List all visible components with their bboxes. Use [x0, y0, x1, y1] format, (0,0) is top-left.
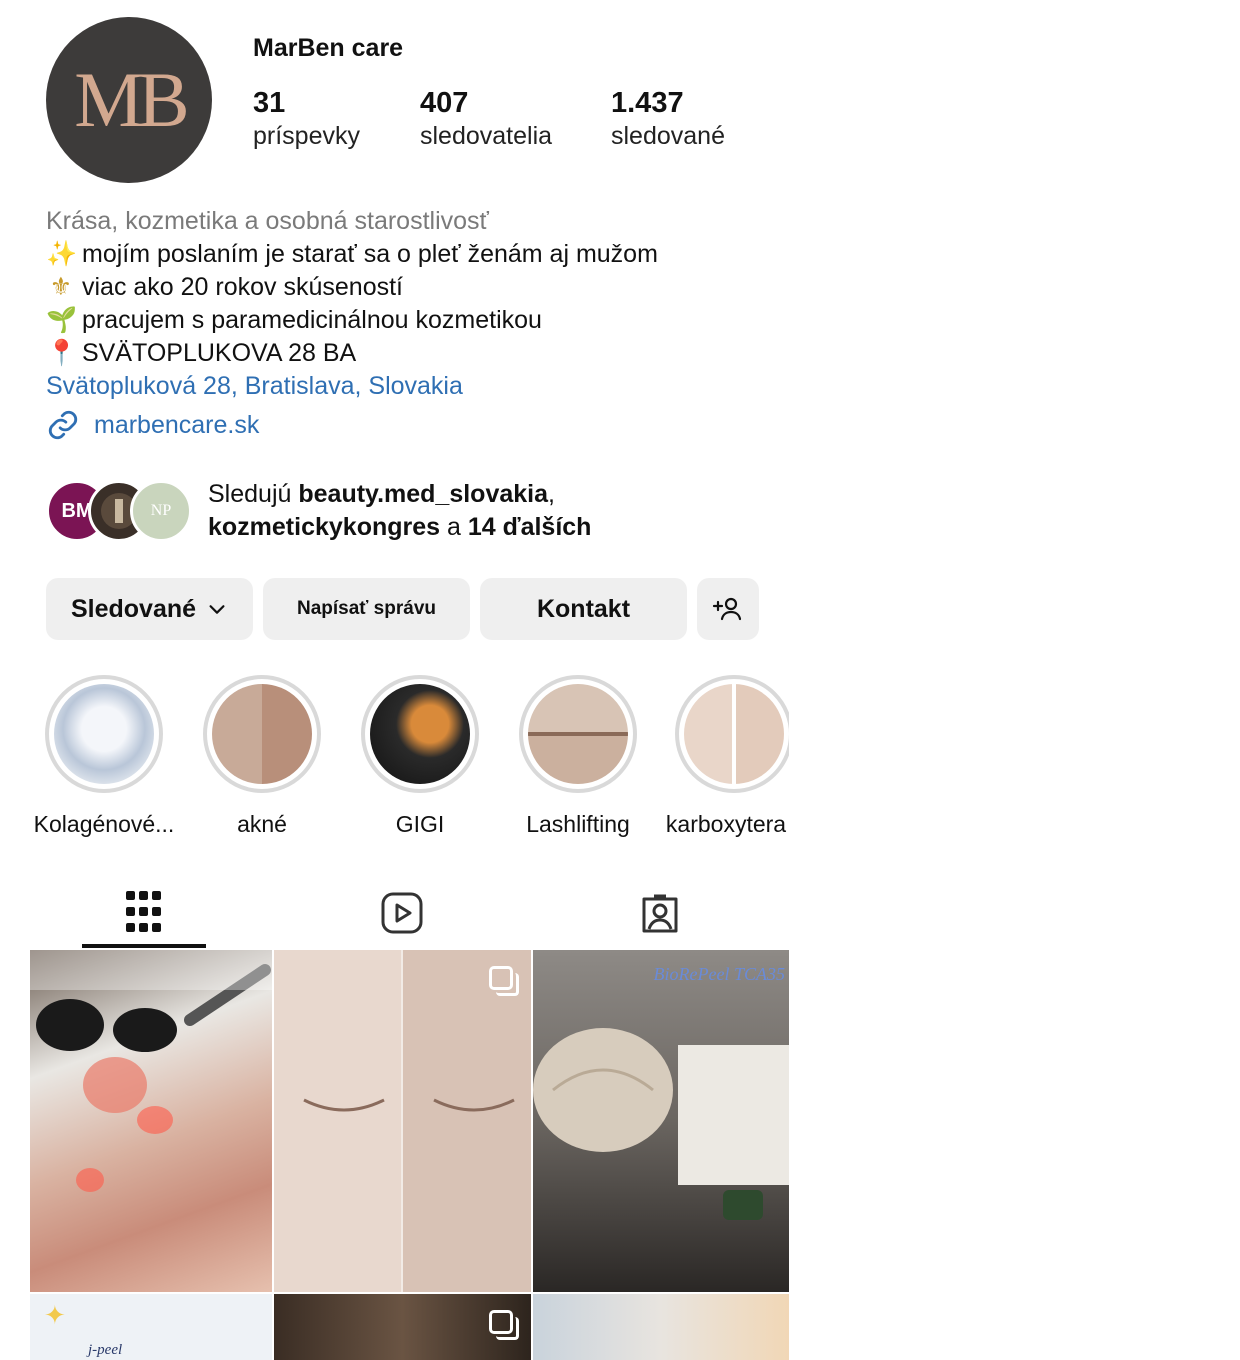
highlight-label: Kolagénové...	[33, 811, 175, 837]
following-button-label: Sledované	[70, 594, 197, 623]
website-link[interactable]: marbencare.sk	[46, 408, 259, 442]
carousel-icon	[489, 966, 519, 996]
highlight-item[interactable]: Kolagénové...	[29, 675, 179, 838]
highlight-ring	[45, 675, 163, 793]
reels-tab[interactable]	[340, 880, 464, 946]
post-thumbnail[interactable]	[30, 950, 272, 1292]
bio-category: Krása, kozmetika a osobná starostlivosť	[46, 207, 489, 235]
following-stat[interactable]: 1.437 sledované	[611, 86, 725, 152]
followed-by-others[interactable]: 14 ďalších	[468, 513, 592, 541]
following-count: 1.437	[611, 87, 684, 119]
highlight-ring	[203, 675, 321, 793]
address-link[interactable]: Svätopluková 28, Bratislava, Slovakia	[46, 370, 658, 403]
highlight-item[interactable]: GIGI	[345, 675, 495, 838]
highlight-item[interactable]: karboxytera	[651, 675, 801, 838]
posts-count: 31	[253, 87, 286, 119]
bio-line: ⚜ viac ako 20 rokov skúseností	[46, 271, 658, 304]
followed-by[interactable]: BM NP Sledujú beauty.med_slovakia, kozme…	[46, 478, 591, 544]
grid-tab[interactable]	[82, 880, 206, 948]
link-icon	[48, 410, 78, 440]
post-overlay-text: BioRePeel TCA35	[653, 964, 785, 984]
followed-by-prefix: Sledujú	[208, 480, 299, 508]
followed-by-user[interactable]: kozmetickykongres	[208, 513, 440, 541]
follower-avatar: NP	[130, 480, 192, 542]
highlight-cover	[212, 684, 312, 784]
post-overlay-text: j-peel	[88, 1342, 123, 1358]
highlight-ring	[519, 675, 637, 793]
post-image	[533, 1028, 789, 1220]
highlight-label: Lashlifting	[526, 811, 630, 837]
bio-line-text: viac ako 20 rokov skúseností	[82, 273, 403, 301]
highlight-cover	[370, 684, 470, 784]
sparkles-icon: ✨	[46, 240, 78, 268]
highlight-ring	[675, 675, 793, 793]
post-image	[30, 950, 272, 1192]
bio-line: 🌱 pracujem s paramedicinálnou kozmetikou	[46, 304, 658, 337]
fleur-de-lis-icon: ⚜	[49, 273, 73, 301]
followed-by-separator: ,	[548, 480, 555, 508]
posts-label: príspevky	[253, 122, 360, 150]
following-label: sledované	[611, 122, 725, 150]
bio-line-text: SVÄTOPLUKOVA 28 BA	[82, 339, 357, 367]
reels-icon	[381, 892, 423, 934]
suggested-users-button[interactable]	[697, 578, 759, 640]
highlight-cover	[528, 684, 628, 784]
highlight-label: akné	[237, 811, 287, 837]
post-thumbnail[interactable]: BioRePeel TCA35	[533, 950, 789, 1292]
bio-line-text: mojím poslaním je starať sa o pleť ženám…	[82, 240, 658, 268]
highlight-label: karboxytera	[665, 811, 787, 837]
chevron-down-icon	[209, 605, 225, 614]
posts-grid: BioRePeel TCA35 ✦ j-peel	[30, 950, 789, 1360]
post-image	[303, 950, 515, 1292]
avatar-monogram: MB	[74, 56, 189, 143]
contact-button[interactable]: Kontakt	[480, 578, 687, 640]
profile-avatar[interactable]: MB	[46, 17, 212, 183]
add-person-icon	[712, 597, 742, 621]
highlight-item[interactable]: Lashlifting	[503, 675, 653, 838]
followers-count: 407	[420, 87, 469, 119]
tagged-tab[interactable]	[598, 880, 722, 946]
highlight-item[interactable]: akné	[187, 675, 337, 838]
profile-name: MarBen care	[253, 34, 404, 62]
post-thumbnail[interactable]	[533, 1294, 789, 1360]
followers-label: sledovatelia	[420, 122, 553, 150]
seedling-icon: 🌱	[46, 306, 78, 334]
highlights-clip	[789, 670, 849, 800]
followed-by-user[interactable]: beauty.med_slovakia	[298, 480, 548, 508]
website-text: marbencare.sk	[94, 410, 260, 439]
followed-by-text: Sledujú beauty.med_slovakia, kozmetickyk…	[208, 478, 591, 544]
post-thumbnail[interactable]: ✦ j-peel	[30, 1294, 272, 1360]
action-buttons: Sledované Napísať správu Kontakt	[46, 578, 769, 640]
message-button[interactable]: Napísať správu	[263, 578, 470, 640]
profile-tabs	[30, 880, 788, 950]
highlight-label: GIGI	[395, 811, 445, 837]
followers-stat[interactable]: 407 sledovatelia	[420, 86, 552, 152]
followed-by-conj: a	[440, 513, 468, 541]
posts-stat[interactable]: 31 príspevky	[253, 86, 360, 152]
highlight-cover	[54, 684, 154, 784]
carousel-icon	[489, 1310, 519, 1340]
pin-icon: 📍	[46, 339, 78, 367]
highlight-cover	[684, 684, 784, 784]
highlight-ring	[361, 675, 479, 793]
bio-line-text: pracujem s paramedicinálnou kozmetikou	[82, 306, 542, 334]
grid-icon	[126, 891, 161, 932]
tagged-person-icon	[642, 894, 678, 933]
following-button[interactable]: Sledované	[46, 578, 253, 640]
sparkle-icon: ✦	[44, 1300, 66, 1330]
post-thumbnail[interactable]	[274, 1294, 531, 1360]
bio: Krása, kozmetika a osobná starostlivosť …	[46, 205, 658, 403]
bio-line: 📍 SVÄTOPLUKOVA 28 BA	[46, 337, 658, 370]
bio-line: ✨ mojím poslaním je starať sa o pleť žen…	[46, 238, 658, 271]
post-thumbnail[interactable]	[274, 950, 531, 1292]
